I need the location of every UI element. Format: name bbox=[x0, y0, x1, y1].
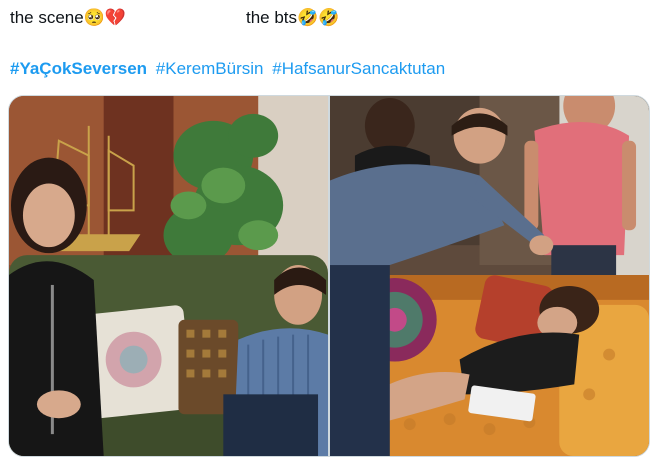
hashtag-hafsanursancaktutan[interactable]: #HafsanurSancaktutan bbox=[272, 59, 445, 78]
hashtag-line: #YaÇokSeversen #KeremBürsin #HafsanurSan… bbox=[10, 58, 449, 80]
bts-photo[interactable] bbox=[330, 96, 649, 456]
scene-illustration bbox=[9, 96, 328, 456]
hashtag-yacokseversen[interactable]: #YaÇokSeversen bbox=[10, 59, 147, 78]
caption-the-scene: the scene🥺💔 bbox=[10, 8, 127, 27]
caption-the-bts: the bts🤣🤣 bbox=[246, 8, 340, 27]
bts-illustration bbox=[330, 96, 649, 456]
scene-photo[interactable] bbox=[9, 96, 328, 456]
tweet-caption-row: the scene🥺💔 the bts🤣🤣 bbox=[10, 6, 644, 30]
tweet-media-grid bbox=[8, 95, 650, 457]
hashtag-kerembursin[interactable]: #KeremBürsin bbox=[156, 59, 264, 78]
